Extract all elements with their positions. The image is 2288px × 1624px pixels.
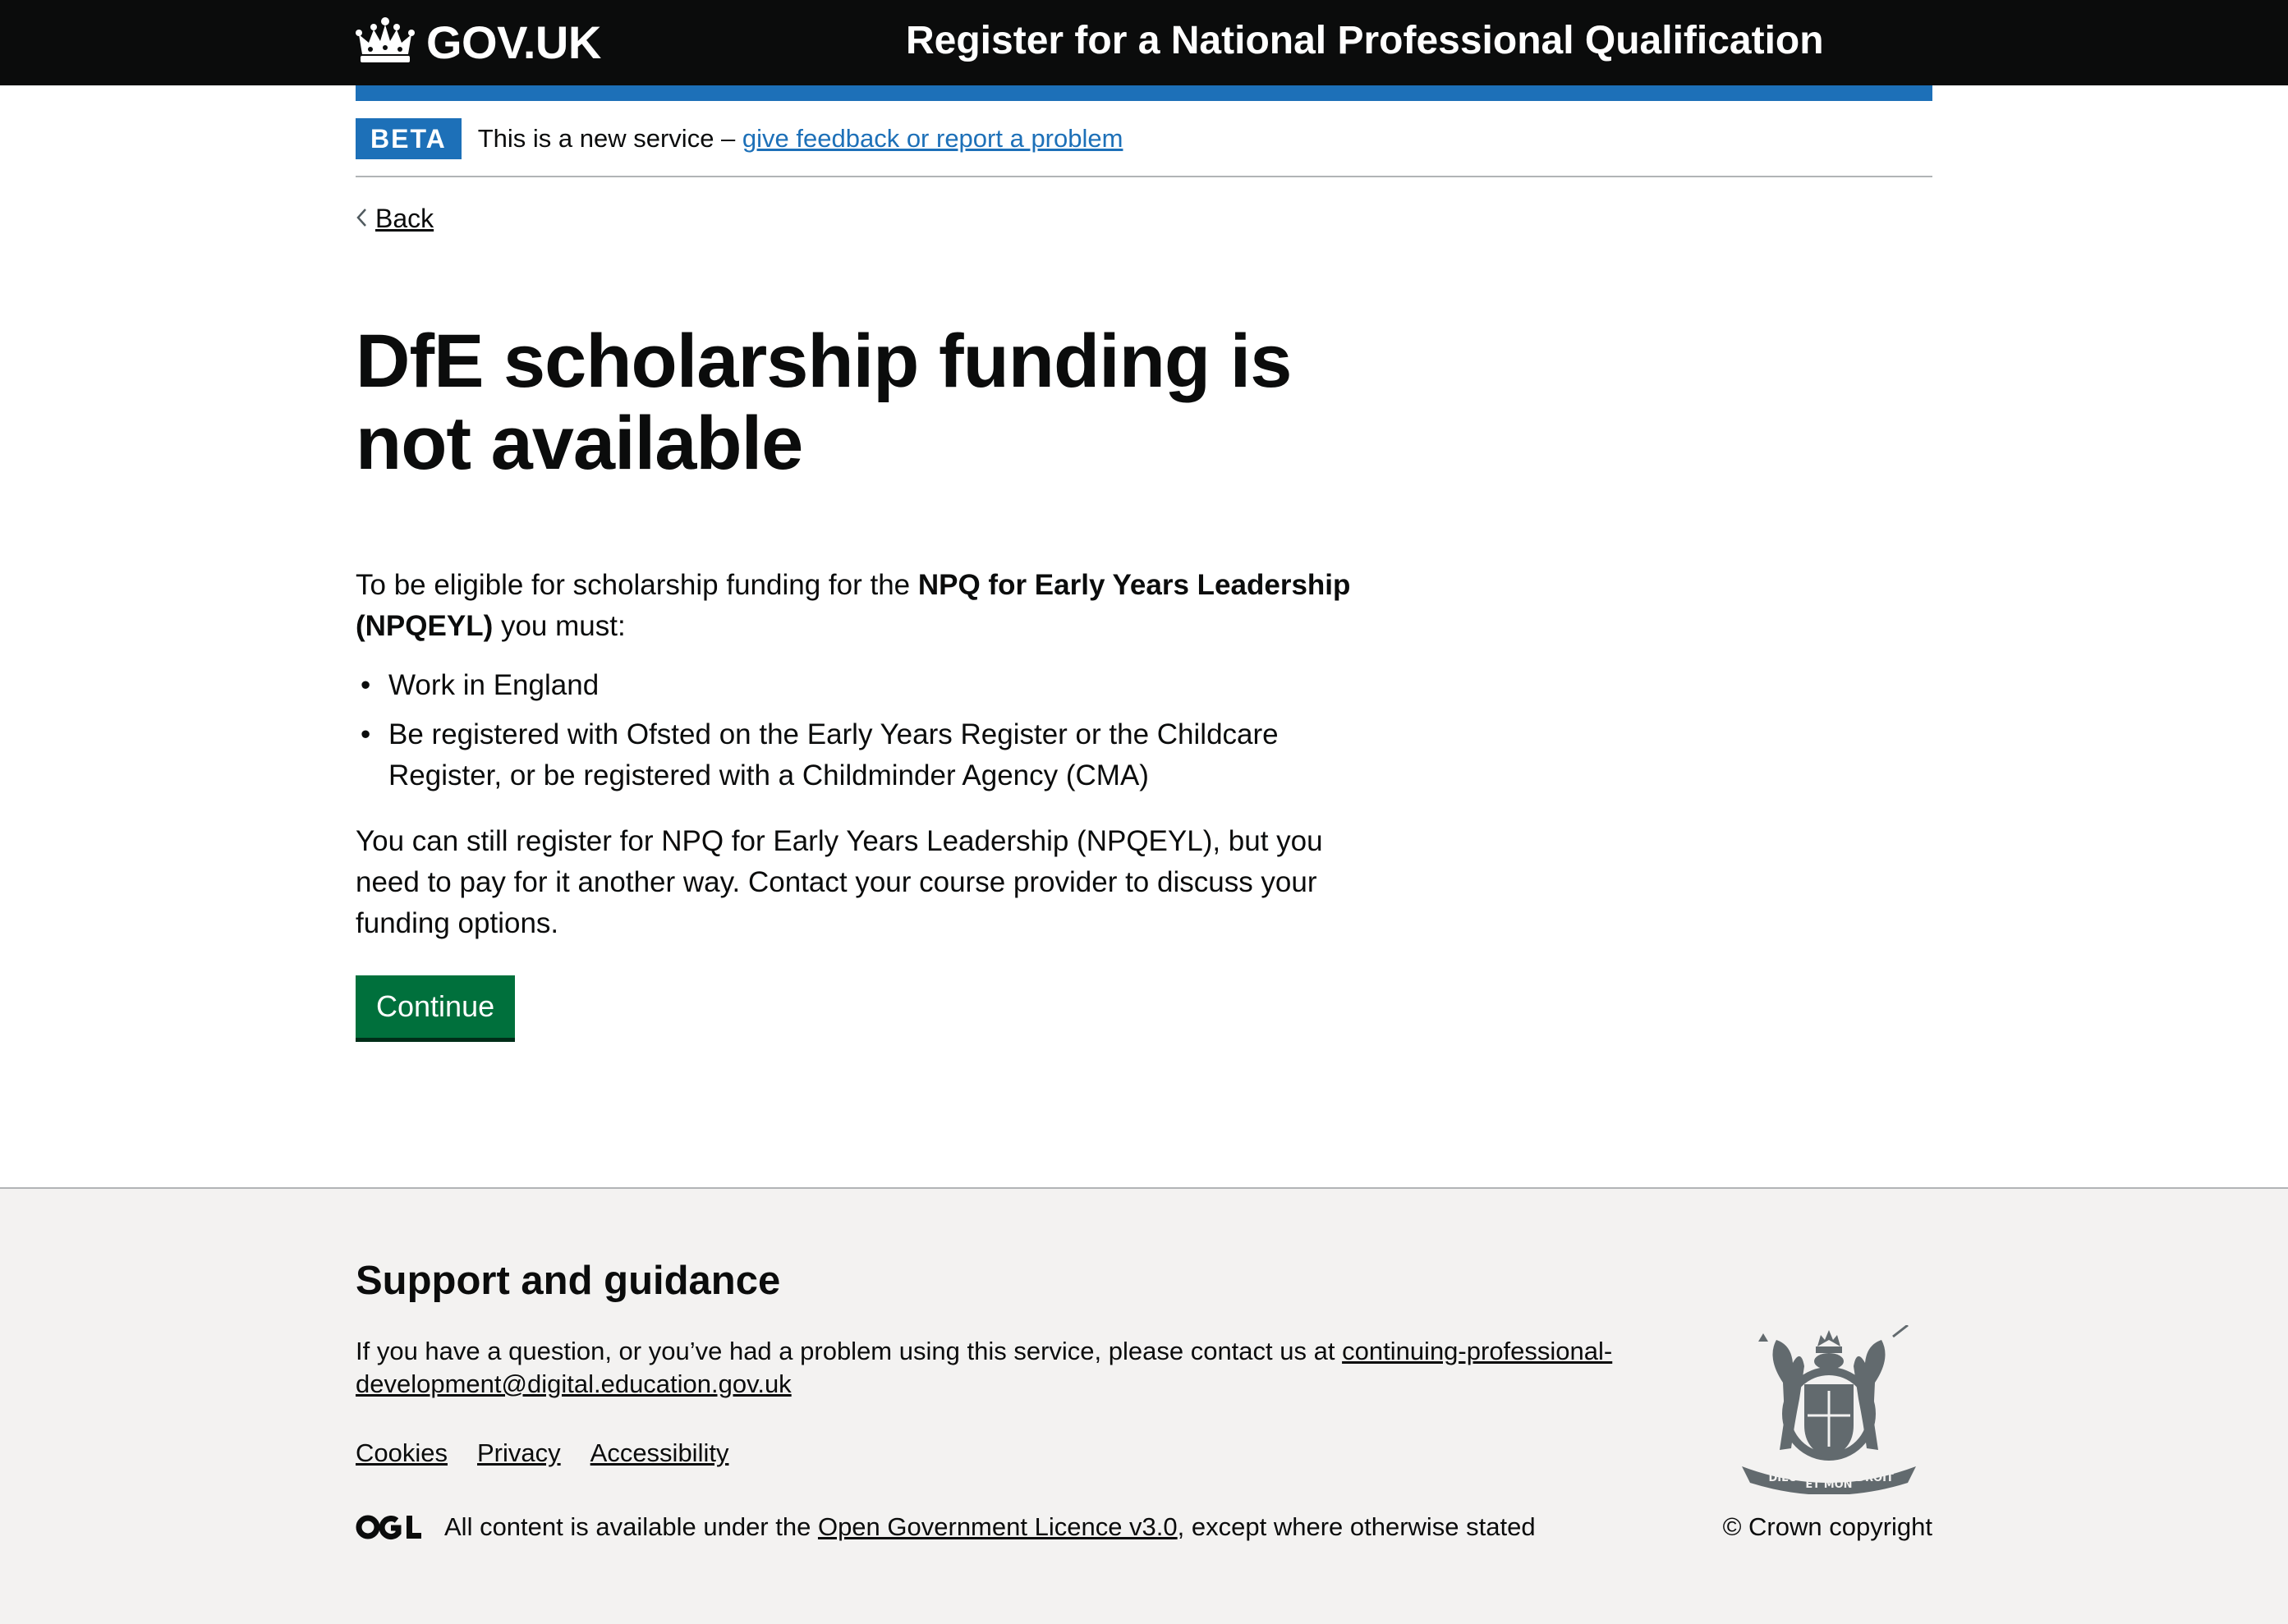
phase-banner: BETA This is a new service – give feedba…	[356, 118, 1932, 177]
privacy-link[interactable]: Privacy	[477, 1435, 561, 1471]
licence-text-before: All content is available under the	[444, 1512, 818, 1541]
crest-motto-right: DROIT	[1856, 1472, 1894, 1484]
crown-icon	[356, 16, 415, 67]
crest-motto-middle: ET MON	[1805, 1479, 1852, 1491]
continue-button[interactable]: Continue	[356, 975, 516, 1038]
licence-row: All content is available under the Open …	[356, 1509, 1536, 1545]
service-name-link[interactable]: Register for a National Professional Qua…	[906, 15, 1824, 67]
phase-banner-text: This is a new service – give feedback or…	[478, 118, 1123, 159]
site-header: GOV.UK Register for a National Professio…	[0, 0, 2288, 85]
intro-text-before: To be eligible for scholarship funding f…	[356, 569, 918, 601]
licence-text-after: , except where otherwise stated	[1177, 1512, 1536, 1541]
footer-links: Cookies Privacy Accessibility	[356, 1435, 728, 1471]
main-content: DfE scholarship funding is not available…	[356, 320, 1390, 1038]
royal-coat-of-arms: DIEU ET MON DROIT	[1725, 1324, 1932, 1498]
requirements-list: Work in England Be registered with Ofste…	[356, 665, 1390, 796]
ogl-licence-link[interactable]: Open Government Licence v3.0	[818, 1512, 1178, 1541]
chevron-left-icon	[356, 199, 367, 238]
crown-copyright-link[interactable]: © Crown copyright	[1723, 1509, 1932, 1545]
govuk-logo-text: GOV.UK	[426, 16, 601, 68]
list-item: Work in England	[356, 665, 1390, 706]
header-blue-bar	[356, 85, 1932, 101]
support-message: If you have a question, or you’ve had a …	[356, 1337, 1343, 1365]
govuk-logo-link[interactable]: GOV.UK	[356, 13, 601, 71]
intro-text-after: you must:	[493, 610, 626, 642]
beta-tag: BETA	[356, 118, 462, 159]
site-footer: Support and guidance If you have a quest…	[0, 1187, 2288, 1624]
accessibility-link[interactable]: Accessibility	[590, 1435, 729, 1471]
payment-note: You can still register for NPQ for Early…	[356, 825, 1323, 939]
ogl-logo	[356, 1513, 423, 1541]
cookies-link[interactable]: Cookies	[356, 1435, 448, 1471]
back-link-label: Back	[375, 204, 434, 233]
footer-heading: Support and guidance	[356, 1259, 781, 1303]
page-title: DfE scholarship funding is not available	[356, 319, 1292, 485]
list-item: Be registered with Ofsted on the Early Y…	[356, 714, 1390, 796]
phase-banner-message: This is a new service –	[477, 124, 742, 153]
support-text: If you have a question, or you’ve had a …	[356, 1335, 1637, 1401]
back-link[interactable]: Back	[356, 199, 434, 238]
licence-text: All content is available under the Open …	[444, 1509, 1536, 1545]
crest-motto-left: DIEU	[1768, 1472, 1797, 1484]
footer-container: Support and guidance If you have a quest…	[356, 1189, 1932, 1624]
eligibility-intro: To be eligible for scholarship funding f…	[356, 565, 1390, 647]
feedback-link[interactable]: give feedback or report a problem	[742, 124, 1123, 153]
